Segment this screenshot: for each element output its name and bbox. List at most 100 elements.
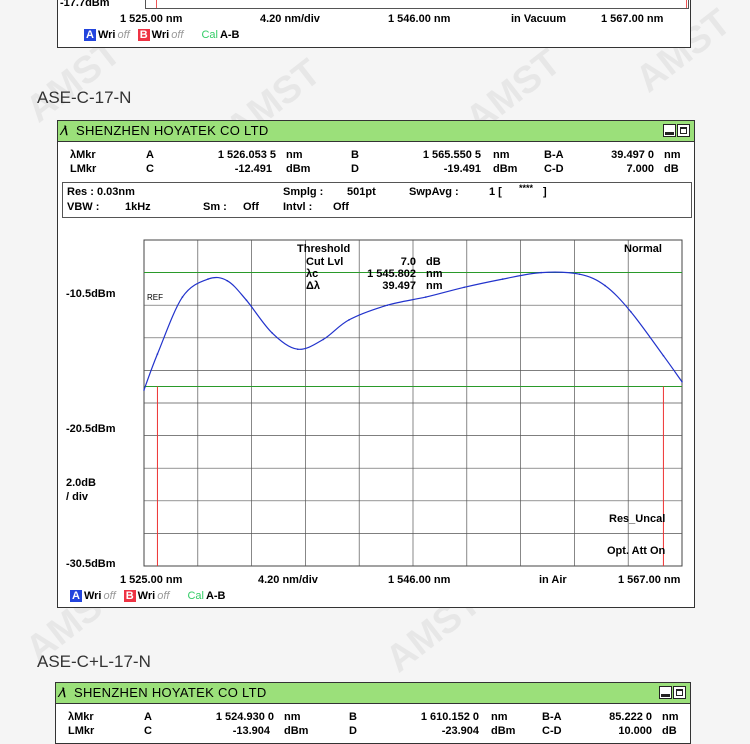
trace-point (181, 296, 184, 298)
sweep-avg-label: SwpAvg : (409, 186, 459, 198)
marker-ba-unit: nm (664, 149, 681, 161)
marker-d-label: D (351, 163, 359, 175)
trace-a-off: off (103, 590, 116, 602)
maximize-icon[interactable] (677, 124, 690, 137)
trace-point (662, 354, 665, 357)
threshold-title: Threshold (297, 243, 351, 255)
span-wl-unit: nm (426, 280, 443, 292)
trace-point (386, 304, 389, 306)
interval-label: Intvl : (283, 201, 313, 213)
minimize-icon[interactable] (663, 124, 676, 137)
x-center-label: 1 546.00 nm (388, 13, 451, 25)
cut-level-label: Cut Lvl (306, 256, 344, 268)
trace-a-badge[interactable]: A (70, 590, 82, 602)
cal-ab-label: A-B (219, 29, 240, 41)
y-ref-level: -17.7dBm (60, 0, 110, 9)
trace-point (425, 296, 427, 298)
trace-point (296, 348, 299, 350)
y-bottom-label: -30.5dBm (66, 558, 116, 570)
marker-a-value: 1 524.930 0 (215, 711, 274, 723)
marker-c-value: -12.491 (234, 163, 272, 175)
smoothing-label: Sm : (203, 201, 227, 213)
marker-b-unit: nm (493, 149, 510, 161)
trace-b-off: off (157, 590, 170, 602)
x-start-label: 1 525.00 nm (120, 574, 183, 586)
cut-level-unit: dB (426, 256, 441, 268)
marker-d-label: D (349, 725, 357, 737)
trace-a-badge[interactable]: A (84, 29, 96, 41)
y-top-label: -10.5dBm (66, 288, 116, 300)
x-start-label: 1 525.00 nm (120, 13, 183, 25)
marker-ba-value: 39.497 0 (611, 149, 654, 161)
res-uncal-label: Res_Uncal (609, 513, 666, 525)
trace-point (207, 278, 209, 280)
x-center-label: 1 546.00 nm (388, 574, 451, 586)
trace-legend: A Wri off B Wri off Cal A-B (70, 590, 226, 602)
marker-b-value: 1 610.152 0 (420, 711, 479, 723)
marker-b-label: B (351, 149, 359, 161)
trace-b-off: off (171, 29, 184, 41)
marker-b-value: 1 565.550 5 (422, 149, 481, 161)
sampling-label: Smplg : (283, 186, 324, 198)
y-scale-label: 2.0dB (66, 477, 96, 489)
cal-ab-label: A-B (205, 590, 226, 602)
section-label-cl: ASE-C+L-17-N (37, 652, 151, 671)
marker-d-value: -23.904 (441, 725, 479, 737)
settings-box: Res : 0.03nm Smplg : 501pt SwpAvg : 1 [ … (62, 182, 692, 218)
window-titlebar: ⁄\ SHENZHEN HOYATEK CO LTD (56, 683, 690, 704)
minimize-icon[interactable] (659, 686, 672, 699)
maximize-icon[interactable] (673, 686, 686, 699)
trace-b-badge[interactable]: B (123, 590, 136, 602)
medium-label: in Vacuum (511, 13, 567, 25)
span-wl-label: Δλ (306, 280, 321, 292)
wavelength-marker-label: λMkr (68, 711, 94, 723)
marker-c-label: C (144, 725, 152, 737)
marker-ba-label: B-A (542, 711, 562, 723)
logo-icon: ⁄\ (62, 123, 68, 138)
medium-label: in Air (539, 574, 567, 586)
marker-c-label: C (146, 163, 154, 175)
osa-panel-cl: ⁄\ SHENZHEN HOYATEK CO LTD λMkr A 1 524.9… (55, 682, 691, 744)
marker-a-unit: nm (284, 711, 301, 723)
osa-panel-vacuum: -17.7dBm 1 525.00 nm 4.20 nm/div 1 546.0… (57, 0, 691, 48)
marker-b-label: B (349, 711, 357, 723)
trace-a-off: off (117, 29, 130, 41)
trace-point (322, 338, 325, 341)
marker-line-b (686, 0, 687, 8)
trace-point (578, 273, 581, 275)
marker-cd-unit: dB (664, 163, 679, 175)
marker-b-unit: nm (491, 711, 508, 723)
marker-d-unit: dBm (493, 163, 518, 175)
marker-c-unit: dBm (286, 163, 311, 175)
trace-b-mode: Wri (137, 590, 156, 602)
y-scale-div-label: / div (66, 491, 89, 503)
trace-a-mode: Wri (97, 29, 116, 41)
trace-point (156, 353, 159, 355)
center-wl-unit: nm (426, 268, 443, 280)
trace-point (226, 280, 229, 282)
marker-ba-value: 85.222 0 (609, 711, 652, 723)
window-title: SHENZHEN HOYATEK CO LTD (76, 123, 269, 138)
trace-b-badge[interactable]: B (137, 29, 150, 41)
trace-point (630, 310, 632, 313)
resolution-label: Res : 0.03nm (67, 186, 135, 198)
trace-b-mode: Wri (151, 29, 170, 41)
level-marker-label: LMkr (68, 725, 95, 737)
cal-label: Cal (201, 29, 218, 41)
marker-a-unit: nm (286, 149, 303, 161)
marker-d-unit: dBm (491, 725, 516, 737)
marker-a-label: A (144, 711, 152, 723)
wavelength-marker-label: λMkr (70, 149, 96, 161)
level-marker-label: LMkr (70, 163, 97, 175)
marker-cd-label: C-D (542, 725, 562, 737)
marker-ba-unit: nm (662, 711, 679, 723)
plot-area-bottom (145, 0, 689, 9)
sampling-value: 501pt (347, 186, 376, 198)
y-mid-label: -20.5dBm (66, 423, 116, 435)
window-titlebar: ⁄\ SHENZHEN HOYATEK CO LTD (58, 121, 694, 142)
ref-tag: REF (147, 293, 163, 302)
trace-point (540, 271, 542, 274)
center-wl-label: λc (306, 268, 319, 280)
section-label-c: ASE-C-17-N (37, 88, 132, 107)
smoothing-value: Off (243, 201, 259, 213)
